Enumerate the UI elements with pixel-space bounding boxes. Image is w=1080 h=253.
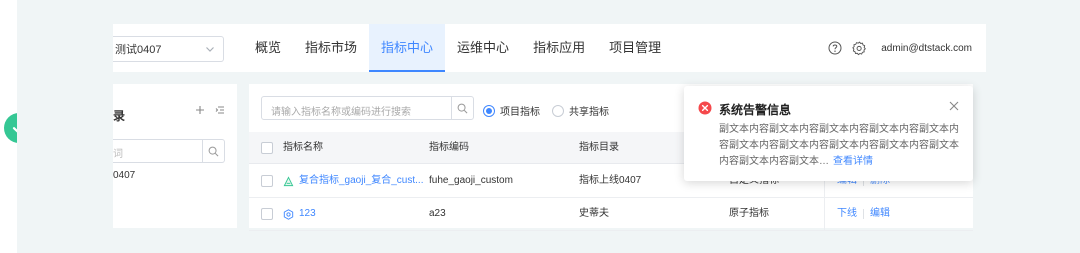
- action-divider: [863, 209, 864, 219]
- search-icon: [457, 103, 468, 113]
- add-icon[interactable]: [195, 105, 205, 115]
- metric-search-placeholder: 请输入指标名称或编码进行搜索: [271, 107, 411, 118]
- catalog-search-placeholder: 词: [113, 149, 123, 160]
- nav-metric-apps[interactable]: 指标应用: [521, 24, 597, 72]
- table-row[interactable]: 123 a23 史蒂夫 原子指标 下线 编辑: [249, 198, 973, 231]
- metric-type-cell: 原子指标: [729, 208, 769, 219]
- top-header: 测试0407 概览 指标市场 指标中心 运维中心 指标应用 项目管理 admin…: [113, 24, 986, 72]
- metric-name-cell: 123: [283, 198, 316, 230]
- metric-name-link[interactable]: 复合指标_gaoji_复合_cust...: [299, 165, 424, 197]
- edit-button[interactable]: 编辑: [870, 198, 890, 230]
- catalog-panel-title: 录: [113, 109, 126, 123]
- view-details-link[interactable]: 查看详情: [833, 156, 873, 167]
- radio-checked-icon: [483, 104, 495, 117]
- user-account[interactable]: admin@dtstack.com: [881, 43, 972, 54]
- metric-scope-radio-group: 项目指标 共享指标: [483, 103, 609, 118]
- error-icon: [698, 101, 712, 115]
- atomic-metric-icon: [283, 208, 294, 220]
- catalog-search-button[interactable]: [202, 140, 224, 162]
- nav-ops-center[interactable]: 运维中心: [445, 24, 521, 72]
- radio-label: 共享指标: [569, 107, 609, 118]
- help-icon[interactable]: [828, 41, 842, 55]
- radio-shared-metrics[interactable]: 共享指标: [552, 103, 609, 118]
- project-select-value: 测试0407: [115, 44, 162, 56]
- metric-code-cell: a23: [429, 208, 446, 219]
- nav-metric-market[interactable]: 指标市场: [293, 24, 369, 72]
- metric-code-cell: fuhe_gaoji_custom: [429, 175, 513, 186]
- offline-button[interactable]: 下线: [837, 198, 857, 230]
- metric-name-cell: 复合指标_gaoji_复合_cust...: [283, 165, 424, 197]
- row-actions: 下线 编辑: [824, 198, 890, 230]
- select-all-checkbox[interactable]: [261, 142, 273, 154]
- column-header-catalog: 指标目录: [579, 142, 619, 153]
- metric-name-link[interactable]: 123: [299, 198, 316, 230]
- composite-metric-icon: [283, 175, 294, 186]
- nav-overview[interactable]: 概览: [243, 24, 293, 72]
- nav-metric-center[interactable]: 指标中心: [369, 24, 446, 72]
- catalog-actions: [195, 105, 225, 115]
- metric-catalog-cell: 指标上线0407: [579, 175, 642, 186]
- collapse-list-icon[interactable]: [215, 105, 225, 115]
- radio-unchecked-icon: [552, 104, 564, 117]
- catalog-tree-item[interactable]: 0407: [113, 170, 135, 181]
- catalog-panel: 录 词 0407: [113, 84, 237, 228]
- row-checkbox[interactable]: [261, 175, 273, 187]
- header-actions: admin@dtstack.com: [828, 24, 972, 72]
- radio-label: 项目指标: [500, 107, 540, 118]
- notification-title: 系统告警信息: [719, 103, 792, 117]
- search-icon: [208, 146, 219, 156]
- column-header-name: 指标名称: [283, 142, 323, 153]
- notification-body: 副文本内容副文本内容副文本内容副文本内容副文本内容副文本内容副文本内容副文本内容…: [719, 122, 963, 170]
- chevron-down-icon: [206, 47, 214, 52]
- row-checkbox[interactable]: [261, 208, 273, 220]
- close-icon[interactable]: [949, 101, 959, 111]
- alert-notification: 系统告警信息 副文本内容副文本内容副文本内容副文本内容副文本内容副文本内容副文本…: [684, 86, 973, 181]
- metric-search-input[interactable]: 请输入指标名称或编码进行搜索: [261, 96, 474, 120]
- settings-icon[interactable]: [852, 40, 867, 56]
- main-nav: 概览 指标市场 指标中心 运维中心 指标应用 项目管理: [243, 24, 673, 72]
- nav-project-mgmt[interactable]: 项目管理: [597, 24, 673, 72]
- column-header-code: 指标编码: [429, 142, 469, 153]
- catalog-search-input[interactable]: 词: [113, 139, 225, 163]
- project-select[interactable]: 测试0407: [113, 36, 224, 62]
- metric-search-button[interactable]: [451, 97, 473, 119]
- radio-project-metrics[interactable]: 项目指标: [483, 103, 540, 118]
- metric-catalog-cell: 史蒂夫: [579, 208, 609, 219]
